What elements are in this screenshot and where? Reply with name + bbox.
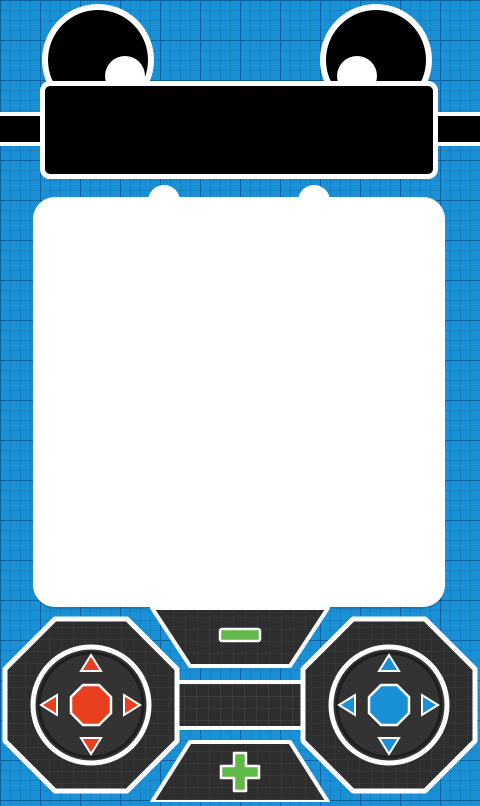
right-dpad-down-icon[interactable] xyxy=(377,736,401,756)
right-dpad-up-icon[interactable] xyxy=(377,653,401,673)
plus-icon xyxy=(218,750,262,794)
right-dpad-center-button[interactable] xyxy=(367,683,411,727)
right-dpad[interactable] xyxy=(300,616,478,794)
right-dpad-right-icon[interactable] xyxy=(420,693,440,717)
left-dpad-center-button[interactable] xyxy=(69,683,113,727)
right-dpad-left-icon[interactable] xyxy=(337,693,357,717)
minus-icon xyxy=(218,627,262,643)
left-dpad-left-icon[interactable] xyxy=(39,693,59,717)
top-display-panel xyxy=(40,81,438,179)
game-screen[interactable] xyxy=(33,197,445,607)
left-dpad-down-icon[interactable] xyxy=(79,736,103,756)
left-dpad[interactable] xyxy=(2,616,180,794)
left-dpad-up-icon[interactable] xyxy=(79,653,103,673)
center-connector xyxy=(172,680,306,730)
left-dpad-right-icon[interactable] xyxy=(122,693,142,717)
